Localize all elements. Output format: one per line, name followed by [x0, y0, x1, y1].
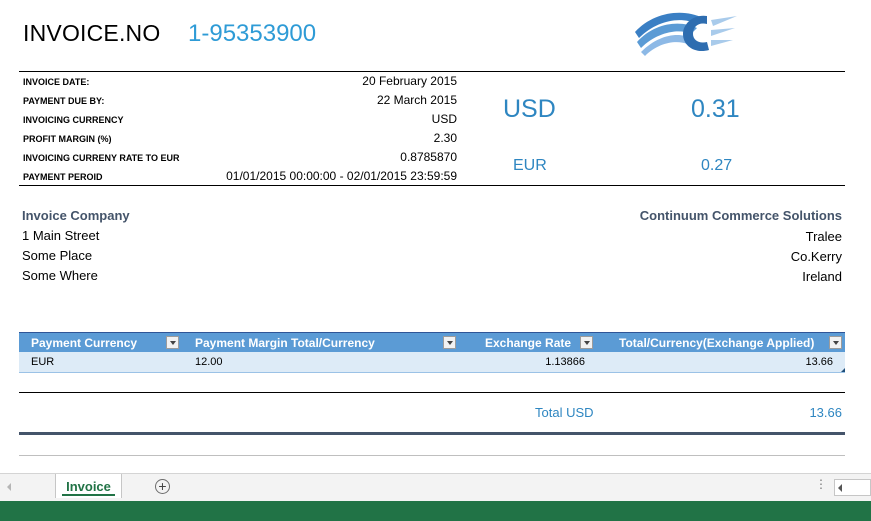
- to-company-name: Continuum Commerce Solutions: [639, 208, 842, 223]
- table-row[interactable]: EUR 12.00 1.13866 13.66: [19, 352, 845, 373]
- add-sheet-icon[interactable]: +: [155, 479, 170, 494]
- total-value: 13.66: [809, 405, 842, 420]
- invoice-label: INVOICE.NO: [23, 20, 161, 46]
- scroll-left-icon[interactable]: [7, 483, 11, 491]
- column-header-payment-currency: Payment Currency: [31, 336, 138, 350]
- detail-value-due-date[interactable]: 22 March 2015: [157, 93, 457, 107]
- total-label: Total USD: [535, 405, 594, 420]
- detail-value-profit-margin[interactable]: 2.30: [157, 131, 457, 145]
- divider-table-bottom: [19, 392, 845, 393]
- summary-primary-currency: USD: [503, 95, 556, 123]
- from-address-line3: Some Where: [22, 268, 98, 283]
- column-header-margin-total: Payment Margin Total/Currency: [195, 336, 375, 350]
- horizontal-scrollbar[interactable]: [834, 479, 871, 496]
- to-address-line3: Ireland: [802, 269, 842, 284]
- from-address-line1: 1 Main Street: [22, 228, 100, 243]
- detail-value-currency[interactable]: USD: [157, 112, 457, 126]
- column-header-total-applied: Total/Currency(Exchange Applied): [619, 336, 815, 350]
- dropdown-icon[interactable]: [580, 336, 593, 349]
- invoice-number: 1-95353900: [188, 20, 317, 47]
- company-logo-icon: [633, 10, 738, 56]
- detail-value-payment-period[interactable]: 01/01/2015 00:00:00 - 02/01/2015 23:59:5…: [157, 169, 457, 183]
- table-resize-handle[interactable]: [841, 368, 845, 372]
- summary-secondary-currency: EUR: [513, 157, 547, 174]
- dropdown-icon[interactable]: [829, 336, 842, 349]
- detail-value-currency-rate[interactable]: 0.8785870: [157, 150, 457, 164]
- detail-value-invoice-date[interactable]: 20 February 2015: [157, 74, 457, 88]
- from-address-line2: Some Place: [22, 248, 93, 263]
- dropdown-icon[interactable]: [166, 336, 179, 349]
- sheet-tab-label: Invoice: [66, 479, 111, 494]
- cell-payment-currency[interactable]: EUR: [31, 356, 54, 368]
- to-address-line1: Tralee: [805, 229, 842, 244]
- cell-margin-total[interactable]: 12.00: [195, 356, 223, 368]
- detail-label-invoice-date: INVOICE DATE:: [23, 77, 90, 87]
- table-header: Payment Currency Payment Margin Total/Cu…: [19, 332, 845, 353]
- divider-footer: [19, 455, 845, 456]
- detail-label-currency: INVOICING CURRENCY: [23, 115, 124, 125]
- summary-secondary-amount: 0.27: [701, 157, 733, 174]
- detail-label-due-date: PAYMENT DUE BY:: [23, 96, 105, 106]
- detail-label-payment-period: PAYMENT PEROID: [23, 172, 103, 182]
- divider-top: [19, 71, 845, 72]
- to-address-line2: Co.Kerry: [790, 249, 842, 264]
- overflow-icon[interactable]: ⋮: [815, 477, 827, 491]
- status-bar: [0, 501, 871, 521]
- scroll-left-icon[interactable]: [838, 484, 842, 492]
- divider-middle: [19, 185, 845, 186]
- summary-primary-amount: 0.31: [691, 95, 740, 123]
- dropdown-icon[interactable]: [443, 336, 456, 349]
- active-tab-indicator: [62, 494, 115, 496]
- cell-exchange-rate[interactable]: 1.13866: [485, 356, 585, 368]
- column-header-exchange-rate: Exchange Rate: [485, 336, 572, 350]
- sheet-tab-invoice[interactable]: Invoice: [55, 474, 122, 498]
- divider-thick: [19, 432, 845, 435]
- from-company-name: Invoice Company: [22, 208, 130, 223]
- detail-label-profit-margin: PROFIT MARGIN (%): [23, 134, 112, 144]
- sheet-tab-bar: Invoice + ⋮: [0, 473, 871, 502]
- cell-total-applied[interactable]: 13.66: [733, 356, 833, 368]
